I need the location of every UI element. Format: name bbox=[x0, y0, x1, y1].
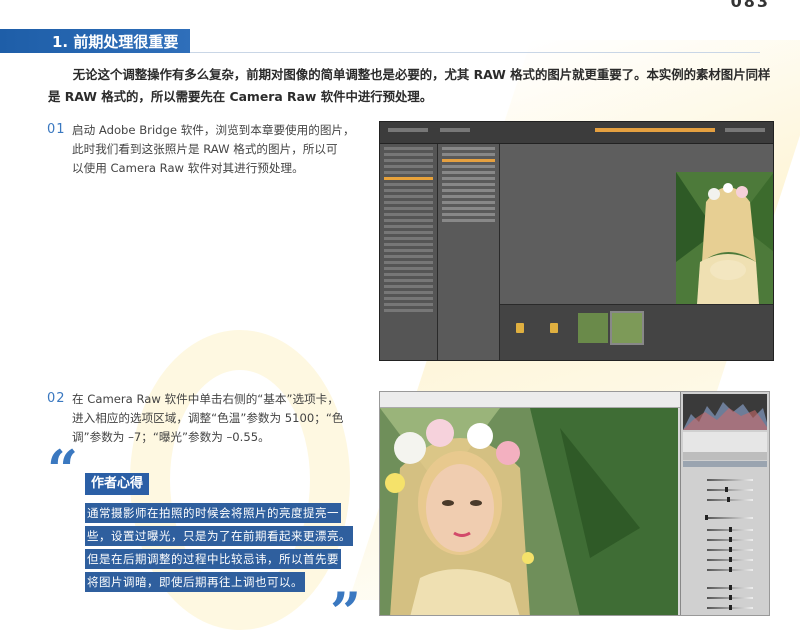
bridge-preview-area bbox=[500, 144, 773, 318]
section-divider bbox=[190, 52, 760, 53]
temperature-slider bbox=[685, 482, 765, 492]
step-2-line: 进入相应的选项区域，调整“色温”参数为 5100；“色 bbox=[72, 411, 344, 425]
shadows-slider bbox=[685, 542, 765, 552]
white-balance-row bbox=[685, 472, 765, 482]
bridge-folder-panel bbox=[380, 144, 438, 360]
step-text-2: 在 Camera Raw 软件中单击右侧的“基本”选项卡， 进入相应的选项区域，… bbox=[72, 390, 372, 447]
step-2-line: 调”参数为 –7；“曝光”参数为 –0.55。 bbox=[72, 430, 270, 444]
tip-line: 但是在后期调整的过程中比较忌讳，所以首先要 bbox=[85, 549, 341, 569]
camera-raw-basic-panel bbox=[680, 392, 769, 615]
camera-raw-screenshot bbox=[379, 391, 770, 616]
camera-info bbox=[683, 432, 767, 452]
right-double-quote-icon: ” bbox=[330, 580, 362, 640]
bridge-filmstrip bbox=[500, 304, 773, 360]
tip-line: 通常摄影师在拍照的时候会将照片的亮度提亮一 bbox=[85, 503, 341, 523]
step-1-line: 此时我们看到这张照片是 RAW 格式的图片，所以可 bbox=[72, 142, 338, 156]
basic-tab bbox=[683, 461, 767, 467]
panel-tab-icons bbox=[683, 452, 767, 460]
left-double-quote-icon: “ bbox=[47, 438, 79, 502]
blacks-slider bbox=[685, 562, 765, 572]
page-number: 083 bbox=[730, 0, 770, 11]
step-1-line: 以使用 Camera Raw 软件对其进行预处理。 bbox=[72, 161, 304, 175]
tint-slider bbox=[685, 492, 765, 502]
vibrance-slider bbox=[685, 590, 765, 600]
bridge-preview-photo bbox=[676, 172, 773, 318]
whites-slider bbox=[685, 552, 765, 562]
bridge-toolbar bbox=[380, 122, 773, 144]
tip-title: 作者心得 bbox=[85, 473, 149, 495]
intro-paragraph: 无论这个调整操作有多么复杂，前期对图像的简单调整也是必要的，尤其 RAW 格式的… bbox=[48, 67, 771, 104]
camera-raw-preview-photo bbox=[380, 408, 678, 615]
histogram bbox=[683, 394, 767, 430]
section-title: 1. 前期处理很重要 bbox=[52, 33, 179, 51]
tip-line: 将图片调暗，即使后期再往上调也可以。 bbox=[85, 572, 305, 592]
bridge-screenshot bbox=[379, 121, 774, 361]
exposure-slider bbox=[685, 510, 765, 520]
clarity-slider bbox=[685, 580, 765, 590]
contrast-slider bbox=[685, 522, 765, 532]
tip-line: 些，设置过曝光，只是为了在前期看起来更漂亮。 bbox=[85, 526, 353, 546]
bridge-content-list bbox=[438, 144, 500, 360]
step-number-2: 02 bbox=[47, 391, 66, 406]
step-number-1: 01 bbox=[47, 122, 66, 137]
highlights-slider bbox=[685, 532, 765, 542]
step-1-line: 启动 Adobe Bridge 软件，浏览到本章要使用的图片， bbox=[72, 123, 355, 137]
saturation-slider bbox=[685, 600, 765, 610]
step-2-line: 在 Camera Raw 软件中单击右侧的“基本”选项卡， bbox=[72, 392, 339, 406]
step-text-1: 启动 Adobe Bridge 软件，浏览到本章要使用的图片， 此时我们看到这张… bbox=[72, 121, 372, 178]
